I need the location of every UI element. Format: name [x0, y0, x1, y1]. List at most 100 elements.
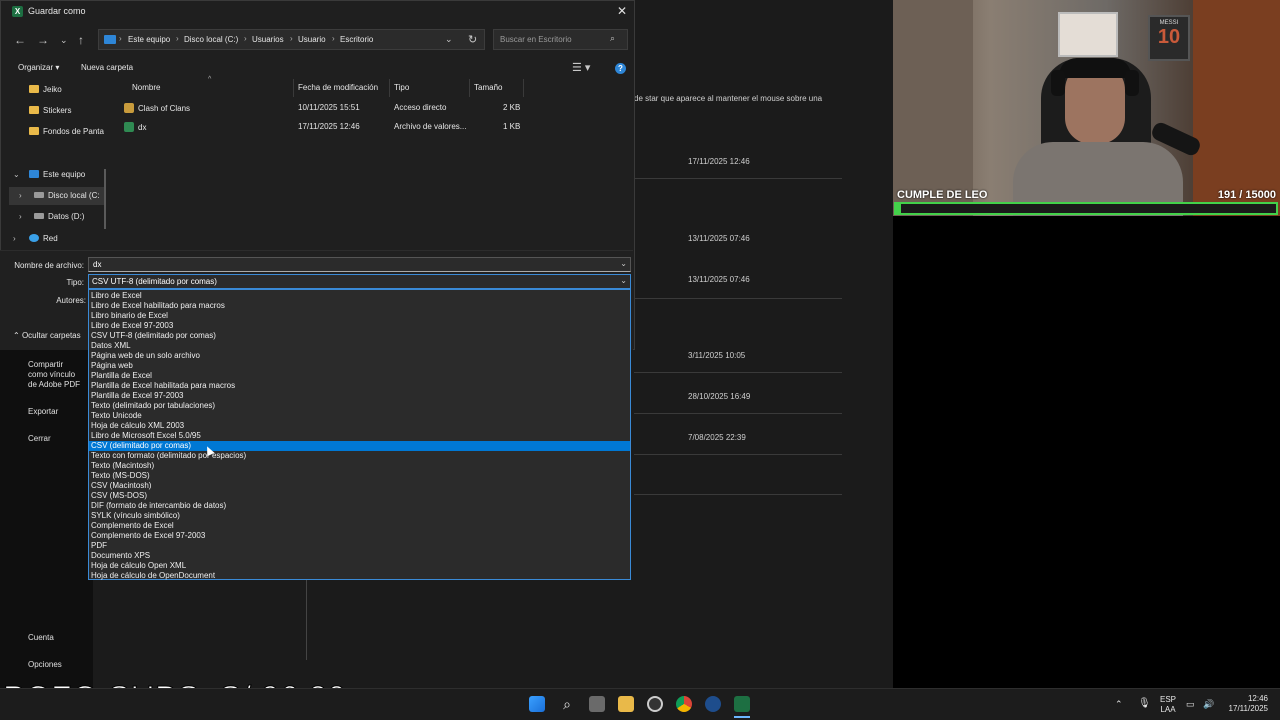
breadcrumb-this-pc[interactable]: Este equipo — [128, 35, 170, 44]
app-icon[interactable] — [705, 696, 721, 712]
file-type-option[interactable]: Hoja de cálculo Open XML — [89, 561, 630, 571]
close-menu-item[interactable]: Cerrar — [28, 434, 51, 444]
filename-field[interactable]: dx ⌄ — [88, 257, 631, 272]
shortcut-icon — [124, 103, 134, 113]
column-modified[interactable]: Fecha de modificación — [298, 83, 378, 92]
share-pdf-link-label-2[interactable]: como vínculo — [28, 370, 75, 380]
file-type-option[interactable]: Documento XPS — [89, 551, 630, 561]
file-type-option[interactable]: CSV (Macintosh) — [89, 481, 630, 491]
column-divider[interactable] — [469, 79, 470, 97]
file-type-option[interactable]: Plantilla de Excel habilitada para macro… — [89, 381, 630, 391]
nav-local-disk[interactable]: Disco local (C: — [34, 191, 100, 200]
file-type-option[interactable]: CSV (MS-DOS) — [89, 491, 630, 501]
nav-folder-jeiko[interactable]: Jeiko — [29, 85, 62, 94]
column-divider[interactable] — [293, 79, 294, 97]
chrome-icon[interactable] — [676, 696, 692, 712]
breadcrumb-local-disk[interactable]: Disco local (C:) — [184, 35, 238, 44]
column-divider[interactable] — [389, 79, 390, 97]
column-size[interactable]: Tamaño — [474, 83, 502, 92]
clock[interactable]: 12:46 17/11/2025 — [1224, 694, 1268, 714]
headphone-right — [1125, 70, 1139, 96]
task-view-icon[interactable] — [589, 696, 605, 712]
forward-arrow-icon[interactable]: → — [37, 33, 49, 47]
chevron-right-icon[interactable]: › — [13, 234, 16, 243]
refresh-icon[interactable]: ↻ — [468, 33, 477, 46]
nav-network[interactable]: Red — [29, 234, 58, 243]
file-type-option[interactable]: DIF (formato de intercambio de datos) — [89, 501, 630, 511]
file-type-option[interactable]: Texto (MS-DOS) — [89, 471, 630, 481]
file-type-option[interactable]: CSV UTF-8 (delimitado por comas) — [89, 331, 630, 341]
file-type-option[interactable]: Hoja de cálculo XML 2003 — [89, 421, 630, 431]
excel-icon[interactable] — [734, 696, 750, 712]
file-type-select[interactable]: CSV UTF-8 (delimitado por comas) ⌄ — [88, 274, 631, 289]
file-type-option[interactable]: Texto (Macintosh) — [89, 461, 630, 471]
view-options-icon[interactable]: ☰ ▾ — [572, 61, 590, 74]
chevron-up-icon[interactable]: ⌃ — [1115, 699, 1123, 709]
file-type-option[interactable]: Libro de Excel 97-2003 — [89, 321, 630, 331]
nav-folder-wallpapers[interactable]: Fondos de Panta — [29, 127, 104, 136]
language-indicator[interactable]: ESP LAA — [1160, 695, 1176, 715]
file-type-option[interactable]: Complemento de Excel — [89, 521, 630, 531]
file-type-dropdown[interactable]: Libro de Excel Libro de Excel habilitado … — [88, 289, 631, 580]
file-type-option[interactable]: SYLK (vínculo simbólico) — [89, 511, 630, 521]
file-row-name[interactable]: dx — [124, 122, 146, 132]
chevron-right-icon: › — [176, 34, 179, 43]
file-type-option[interactable]: Libro de Excel habilitado para macros — [89, 301, 630, 311]
chevron-down-icon[interactable]: ⌄ — [620, 259, 627, 268]
export-menu-item[interactable]: Exportar — [28, 407, 58, 417]
new-folder-button[interactable]: Nueva carpeta — [81, 63, 133, 72]
column-name[interactable]: Nombre — [132, 83, 160, 92]
file-type-option[interactable]: Texto (delimitado por tabulaciones) — [89, 401, 630, 411]
nav-data-drive[interactable]: Datos (D:) — [34, 212, 84, 221]
file-type-option[interactable]: Complemento de Excel 97-2003 — [89, 531, 630, 541]
windows-start-icon[interactable] — [529, 696, 545, 712]
chevron-right-icon[interactable]: › — [19, 191, 22, 200]
share-pdf-link-label-3[interactable]: de Adobe PDF — [28, 380, 80, 390]
address-bar[interactable]: › Este equipo › Disco local (C:) › Usuar… — [98, 29, 485, 50]
file-explorer-icon[interactable] — [618, 696, 634, 712]
nav-folder-stickers[interactable]: Stickers — [29, 106, 71, 115]
file-row-name[interactable]: Clash of Clans — [124, 103, 190, 113]
file-type-option[interactable]: Texto Unicode — [89, 411, 630, 421]
microphone-icon[interactable]: 🎙 — [1138, 699, 1151, 709]
file-type-option[interactable]: CSV (delimitado por comas) — [89, 440, 630, 451]
nav-this-pc[interactable]: Este equipo — [29, 170, 85, 179]
file-type-option[interactable]: Página web de un solo archivo — [89, 351, 630, 361]
file-type-option[interactable]: Página web — [89, 361, 630, 371]
chevron-down-icon[interactable]: ⌄ — [13, 170, 20, 179]
file-type-option[interactable]: Libro de Excel — [89, 291, 630, 301]
file-type-option[interactable]: Plantilla de Excel 97-2003 — [89, 391, 630, 401]
breadcrumb-users[interactable]: Usuarios — [252, 35, 284, 44]
file-type-option[interactable]: Hoja de cálculo de OpenDocument — [89, 571, 630, 581]
breadcrumb-user[interactable]: Usuario — [298, 35, 326, 44]
file-type-option[interactable]: Texto con formato (delimitado por espaci… — [89, 451, 630, 461]
chevron-right-icon[interactable]: › — [19, 212, 22, 221]
file-row-modified: 10/11/2025 15:51 — [298, 103, 360, 112]
search-input[interactable]: Buscar en Escritorio ⌕ — [493, 29, 628, 50]
close-button[interactable]: ✕ — [617, 4, 627, 18]
nav-scrollbar[interactable] — [104, 169, 106, 229]
breadcrumb-desktop[interactable]: Escritorio — [340, 35, 373, 44]
file-type-option[interactable]: Plantilla de Excel — [89, 371, 630, 381]
column-type[interactable]: Tipo — [394, 83, 409, 92]
up-arrow-icon[interactable]: ↑ — [78, 33, 84, 47]
back-arrow-icon[interactable]: ← — [14, 33, 26, 47]
title-bar — [1, 1, 634, 23]
file-type-option[interactable]: Libro de Microsoft Excel 5.0/95 — [89, 431, 630, 441]
chevron-down-icon[interactable]: ⌄ — [445, 34, 453, 45]
file-type-option[interactable]: PDF — [89, 541, 630, 551]
account-menu-item[interactable]: Cuenta — [28, 633, 54, 643]
options-menu-item[interactable]: Opciones — [28, 660, 62, 670]
help-icon[interactable]: ? — [615, 63, 626, 74]
organize-button[interactable]: Organizar ▾ — [18, 63, 59, 72]
search-icon[interactable]: ⌕ — [559, 696, 575, 712]
column-divider[interactable] — [523, 79, 524, 97]
file-type-option[interactable]: Libro binario de Excel — [89, 311, 630, 321]
hide-folders-button[interactable]: ⌃ Ocultar carpetas — [13, 331, 81, 340]
obs-icon[interactable] — [647, 696, 663, 712]
file-type-option[interactable]: Datos XML — [89, 341, 630, 351]
share-pdf-link-label[interactable]: Compartir — [28, 360, 63, 370]
recent-locations-chevron-icon[interactable]: ⌄ — [60, 35, 68, 46]
volume-icon[interactable]: 🔊 — [1203, 699, 1214, 709]
network-icon[interactable]: ▭ — [1186, 699, 1195, 709]
